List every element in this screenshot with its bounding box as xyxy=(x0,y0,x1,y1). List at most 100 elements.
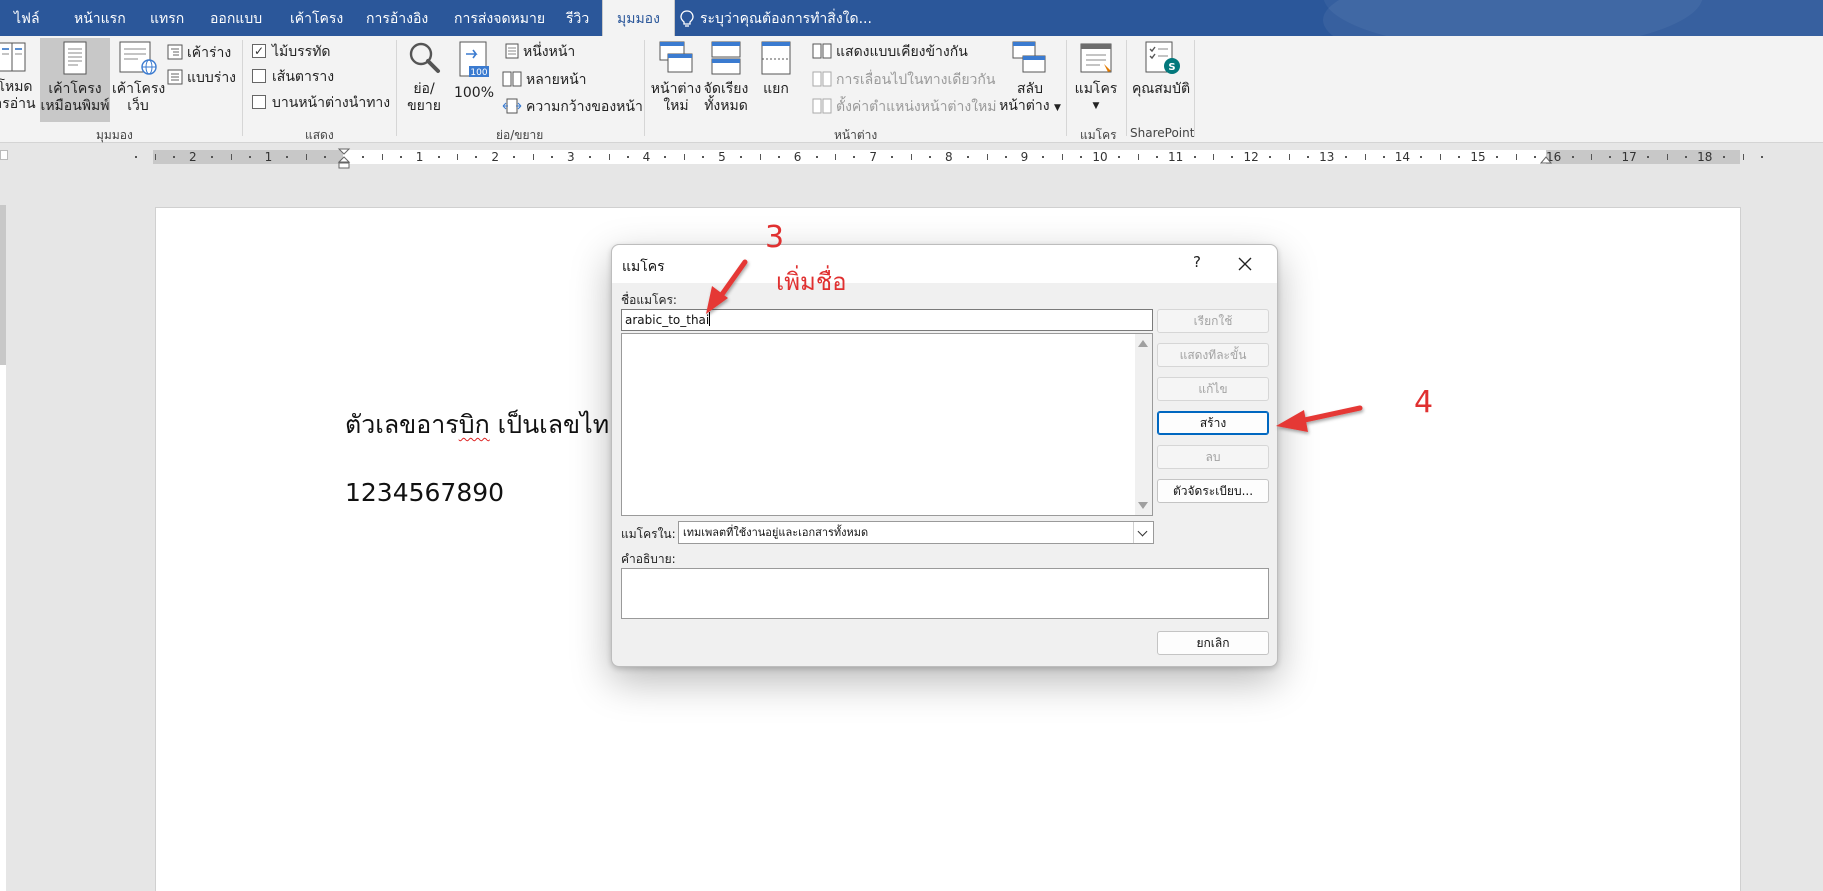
ruler-dot xyxy=(1420,156,1423,158)
new-window-label-1: หน้าต่าง xyxy=(650,81,702,97)
tab-design[interactable]: ออกแบบ xyxy=(196,0,276,36)
print-layout-button[interactable]: เค้าโครง เหมือนพิมพ์ xyxy=(40,38,110,122)
tell-me-search[interactable]: ระบุว่าคุณต้องการทำสิ่งใด... xyxy=(680,0,872,36)
ruler-tick xyxy=(230,154,232,160)
document-line-2[interactable]: 1234567890 xyxy=(345,478,504,507)
ruler-checkbox[interactable]: ไม้บรรทัด xyxy=(252,42,331,61)
ruler-number: 6 xyxy=(793,150,802,164)
cancel-button[interactable]: ยกเลิก xyxy=(1157,631,1269,655)
zoom-100-button[interactable]: 100 100% xyxy=(452,40,496,122)
chevron-down-icon[interactable] xyxy=(1133,522,1153,543)
ruler-dot xyxy=(475,156,478,158)
ruler-dot xyxy=(1193,156,1196,158)
side-by-side-icon xyxy=(812,43,832,59)
arrange-all-icon xyxy=(711,41,741,75)
read-mode-label-1: โหมด xyxy=(0,79,33,95)
ruler-tick xyxy=(533,154,534,160)
ruler-tick xyxy=(1440,154,1442,160)
tab-view[interactable]: มุมมอง xyxy=(602,0,675,36)
ruler-dot xyxy=(739,156,742,158)
macro-list[interactable] xyxy=(621,333,1153,516)
ruler-number: 14 xyxy=(1394,150,1411,164)
ruler-dot xyxy=(588,156,591,158)
ruler-dot xyxy=(1722,156,1725,158)
arrange-all-button[interactable]: จัดเรียง ทั้งหมด xyxy=(700,40,752,122)
outline-button[interactable]: เค้าร่าง xyxy=(167,44,231,62)
help-button[interactable]: ? xyxy=(1185,253,1209,275)
right-indent-marker-icon[interactable] xyxy=(1540,152,1552,164)
dialog-title-bar[interactable]: แมโคร ? xyxy=(612,245,1277,283)
delete-button[interactable]: ลบ xyxy=(1157,445,1269,469)
read-mode-button[interactable]: โหมด ารอ่าน xyxy=(0,40,36,120)
print-layout-label-1: เค้าโครง xyxy=(48,81,102,97)
synchronous-scrolling-button[interactable]: การเลื่อนไปในทางเดียวกัน xyxy=(812,71,995,89)
switch-windows-icon xyxy=(1012,41,1046,73)
tab-review[interactable]: รีวิว xyxy=(552,0,603,36)
ruler-tick xyxy=(306,154,308,160)
web-layout-icon xyxy=(119,41,157,75)
ruler-number: 4 xyxy=(642,150,651,164)
tab-references[interactable]: การอ้างอิง xyxy=(352,0,442,36)
macros-button[interactable]: แมโคร ▼ xyxy=(1074,40,1118,122)
ruler-dot xyxy=(1684,156,1687,158)
new-window-button[interactable]: หน้าต่าง ใหม่ xyxy=(650,40,702,122)
tab-file[interactable]: ไฟล์ xyxy=(0,0,54,36)
gridlines-checkbox[interactable]: เส้นตาราง xyxy=(252,68,334,86)
macro-list-scrollbar[interactable] xyxy=(1135,334,1152,515)
ruler-number: 3 xyxy=(566,150,575,164)
ruler-number: 8 xyxy=(944,150,953,164)
split-button[interactable]: แยก xyxy=(756,40,796,122)
indent-marker-icon[interactable] xyxy=(337,148,351,170)
tab-home[interactable]: หน้าแรก xyxy=(60,0,140,36)
group-divider xyxy=(1126,40,1127,136)
macro-name-input[interactable]: arabic_to_thai xyxy=(621,309,1153,331)
document-line-1[interactable]: ตัวเลขอารบิก เป็นเลขไทย xyxy=(345,405,624,445)
create-button[interactable]: สร้าง xyxy=(1157,411,1269,435)
ruler-tab-selector[interactable] xyxy=(0,150,8,160)
ruler-tick xyxy=(1591,154,1593,160)
scroll-up-arrow-icon[interactable] xyxy=(1138,340,1148,347)
run-button[interactable]: เรียกใช้ xyxy=(1157,309,1269,333)
vertical-ruler xyxy=(0,205,6,891)
sharepoint-properties-button[interactable]: S คุณสมบัติ xyxy=(1130,40,1192,122)
edit-button[interactable]: แก้ไข xyxy=(1157,377,1269,401)
macros-icon xyxy=(1080,43,1112,73)
macros-in-value: เทมเพลตที่ใช้งานอยู่และเอกสารทั้งหมด xyxy=(683,526,869,539)
ruler-dot xyxy=(1382,156,1385,158)
page-width-label: ความกว้างของหน้า xyxy=(526,99,643,115)
description-label: คำอธิบาย: xyxy=(621,552,676,566)
navigation-pane-checkbox[interactable]: บานหน้าต่างนำทาง xyxy=(252,94,390,112)
tab-insert[interactable]: แทรก xyxy=(136,0,198,36)
switch-windows-button[interactable]: สลับ หน้าต่าง ▼ xyxy=(998,40,1062,122)
tab-layout[interactable]: เค้าโครง xyxy=(276,0,357,36)
reset-window-position-button[interactable]: ตั้งค่าตำแหน่งหน้าต่างใหม่ xyxy=(812,98,997,116)
step-into-button[interactable]: แสดงทีละขั้น xyxy=(1157,343,1269,367)
horizontal-ruler[interactable]: 2 1 1 2 3 4 5 6 7 8 9 10 11 12 13 14 15 16 17 18 xyxy=(135,148,1763,169)
page-width-button[interactable]: ความกว้างของหน้า xyxy=(502,98,643,116)
macros-in-select[interactable]: เทมเพลตที่ใช้งานอยู่และเอกสารทั้งหมด xyxy=(678,521,1154,544)
checkbox-checked-icon xyxy=(252,42,266,60)
tab-mailings[interactable]: การส่งจดหมาย xyxy=(440,0,559,36)
zoom-button[interactable]: ย่อ/ ขยาย xyxy=(404,40,444,122)
arrange-all-label-1: จัดเรียง xyxy=(703,81,749,97)
sharepoint-properties-label: คุณสมบัติ xyxy=(1131,81,1191,97)
multiple-pages-label: หลายหน้า xyxy=(526,72,587,88)
one-page-button[interactable]: หนึ่งหน้า xyxy=(505,43,575,61)
web-layout-button[interactable]: เค้าโครง เว็บ xyxy=(112,40,165,122)
read-mode-icon xyxy=(0,42,26,72)
spelling-error-word[interactable]: บิก xyxy=(459,410,490,439)
close-icon[interactable] xyxy=(1232,251,1258,277)
description-field[interactable] xyxy=(621,568,1269,619)
ruler-tick xyxy=(457,154,459,160)
scroll-down-arrow-icon[interactable] xyxy=(1138,502,1148,509)
read-mode-label-2: ารอ่าน xyxy=(0,96,36,112)
ruler-dot xyxy=(1609,156,1612,158)
reset-position-icon xyxy=(812,98,832,114)
draft-button[interactable]: แบบร่าง xyxy=(167,69,236,87)
multiple-pages-button[interactable]: หลายหน้า xyxy=(502,71,587,89)
ruler-dot xyxy=(513,156,516,158)
view-side-by-side-button[interactable]: แสดงแบบเคียงข้างกัน xyxy=(812,43,968,61)
organizer-button[interactable]: ตัวจัดระเบียบ... xyxy=(1157,479,1269,503)
ruler-dot xyxy=(1117,156,1120,158)
new-window-label-2: ใหม่ xyxy=(663,98,689,114)
